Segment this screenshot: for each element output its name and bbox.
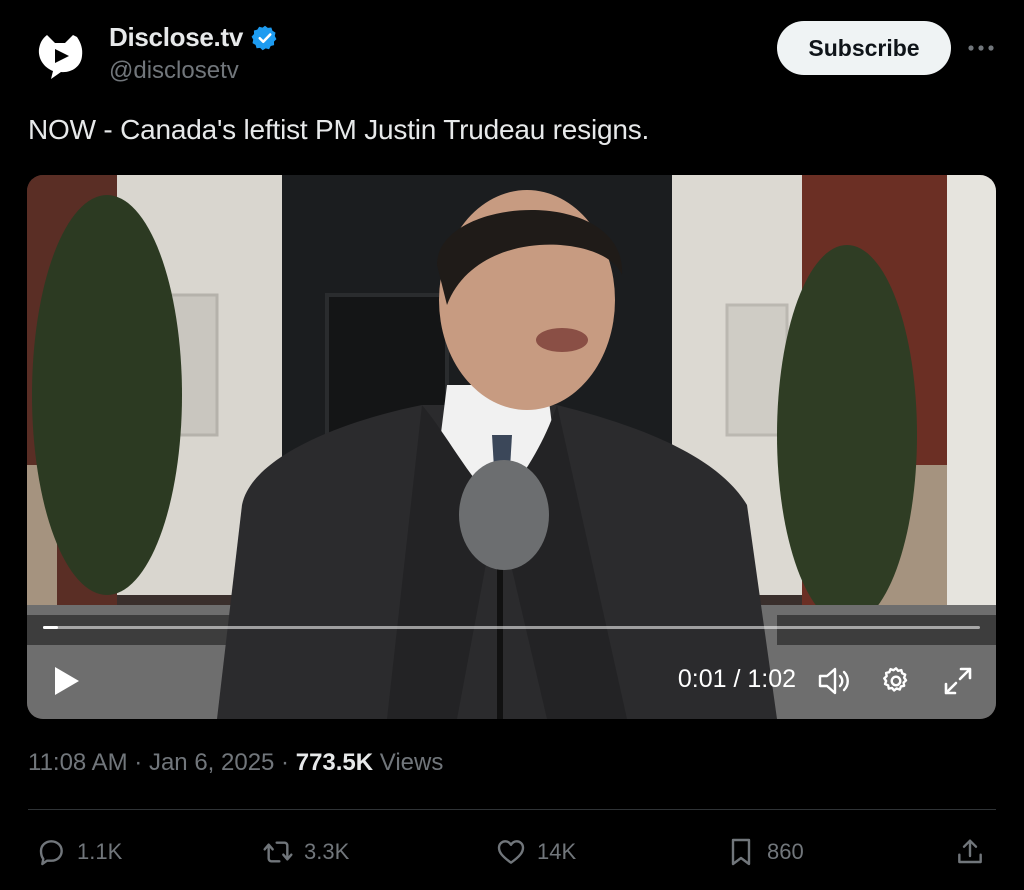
video-frame — [27, 175, 996, 719]
meta-separator: · — [127, 749, 149, 776]
bookmark-icon — [731, 838, 751, 866]
repost-count: 3.3K — [304, 839, 350, 864]
avatar[interactable] — [28, 22, 92, 86]
verified-badge-icon — [251, 24, 279, 52]
play-button[interactable] — [49, 663, 83, 699]
fullscreen-icon — [944, 667, 972, 695]
disclose-logo-icon — [38, 35, 83, 79]
repost-button[interactable]: 3.3K — [262, 834, 349, 870]
play-icon — [55, 667, 79, 695]
meta-separator: · — [274, 749, 296, 776]
reply-button[interactable]: 1.1K — [35, 834, 122, 870]
video-time: 0:01 / 1:02 — [677, 665, 796, 693]
subscribe-button[interactable]: Subscribe — [777, 21, 951, 75]
tweet-meta: 11:08 AM · Jan 6, 2025 · 773.5K Views — [28, 749, 443, 777]
display-name[interactable]: Disclose.tv — [109, 22, 243, 53]
tweet-text: NOW - Canada's leftist PM Justin Trudeau… — [28, 114, 650, 145]
video-player[interactable]: 0:01 / 1:02 — [27, 175, 996, 719]
video-progress-fill — [43, 626, 58, 629]
settings-button[interactable] — [878, 663, 914, 699]
views-count: 773.5K — [295, 749, 374, 776]
share-button[interactable] — [954, 834, 986, 870]
heart-icon — [497, 840, 525, 864]
volume-button[interactable] — [816, 663, 852, 699]
more-horizontal-icon — [968, 45, 994, 51]
reply-count: 1.1K — [77, 839, 123, 864]
views-label: Views — [373, 749, 444, 776]
volume-icon — [818, 667, 849, 695]
tweet-time[interactable]: 11:08 AM — [28, 749, 128, 776]
settings-gear-icon — [883, 667, 908, 692]
bookmark-button[interactable]: 860 — [725, 834, 804, 870]
share-icon — [958, 839, 982, 864]
divider — [28, 809, 996, 810]
bookmark-count: 860 — [767, 839, 804, 864]
like-count: 14K — [537, 839, 577, 864]
reply-icon — [39, 840, 63, 866]
account-handle[interactable]: @disclosetv — [109, 57, 239, 85]
tweet-date[interactable]: Jan 6, 2025 — [149, 749, 274, 776]
repost-icon — [263, 841, 293, 863]
video-progress-bar[interactable] — [43, 626, 980, 629]
fullscreen-button[interactable] — [940, 663, 976, 699]
more-button[interactable] — [963, 34, 999, 62]
like-button[interactable]: 14K — [495, 834, 576, 870]
